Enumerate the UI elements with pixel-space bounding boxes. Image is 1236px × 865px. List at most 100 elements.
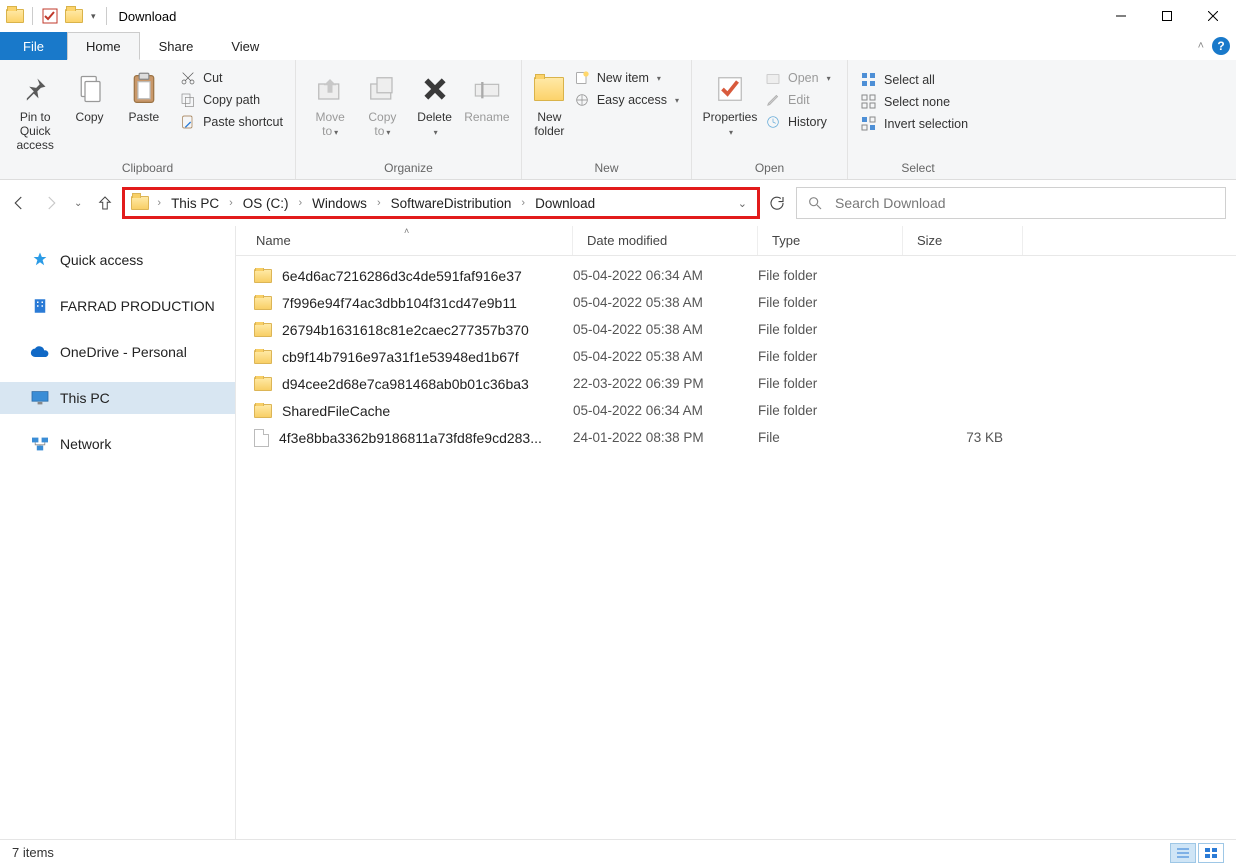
tab-view[interactable]: View — [212, 32, 278, 60]
paste-button[interactable]: Paste — [117, 64, 171, 128]
new-folder-button[interactable]: New folder — [530, 64, 569, 142]
open-button[interactable]: Open▾ — [760, 68, 835, 88]
minimize-button[interactable] — [1098, 0, 1144, 32]
view-thumbnails-button[interactable] — [1198, 843, 1224, 863]
breadcrumb-download[interactable]: Download — [533, 194, 597, 213]
close-button[interactable] — [1190, 0, 1236, 32]
sidebar-label: Network — [60, 436, 111, 452]
table-row[interactable]: 4f3e8bba3362b9186811a73fd8fe9cd283... 24-… — [236, 424, 1236, 451]
file-name: cb9f14b7916e97a31f1e53948ed1b67f — [282, 349, 519, 365]
table-row[interactable]: 26794b1631618c81e2caec277357b37005-04-20… — [236, 316, 1236, 343]
copy-to-button[interactable]: Copy to▾ — [356, 64, 408, 144]
tab-share[interactable]: Share — [140, 32, 213, 60]
sidebar-label: FARRAD PRODUCTION — [60, 298, 215, 314]
recent-locations-button[interactable]: ⌄ — [74, 198, 82, 209]
cell-date: 22-03-2022 06:39 PM — [573, 376, 758, 391]
search-box[interactable] — [796, 187, 1226, 219]
easy-access-icon — [573, 91, 591, 109]
folder-icon — [254, 350, 272, 364]
chevron-right-icon[interactable]: › — [295, 197, 307, 209]
sort-indicator-icon: ˄ — [404, 226, 409, 236]
copy-path-button[interactable]: Copy path — [175, 90, 287, 110]
cell-name: 6e4d6ac7216286d3c4de591faf916e37 — [236, 268, 573, 284]
cell-size: 73 KB — [903, 430, 1023, 445]
pin-quick-access-button[interactable]: Pin to Quick access — [8, 64, 62, 156]
cell-type: File folder — [758, 349, 903, 364]
group-label-organize: Organize — [304, 159, 513, 177]
sidebar-item-quick-access[interactable]: Quick access — [0, 244, 235, 276]
sidebar-item-onedrive[interactable]: OneDrive - Personal — [0, 336, 235, 368]
sidebar-item-network[interactable]: Network — [0, 428, 235, 460]
up-button[interactable] — [96, 194, 114, 212]
move-to-button[interactable]: Move to▾ — [304, 64, 356, 144]
cell-name: 7f996e94f74ac3dbb104f31cd47e9b11 — [236, 295, 573, 311]
properties-button[interactable]: Properties▾ — [700, 64, 760, 144]
qat-separator — [32, 7, 33, 25]
tab-home[interactable]: Home — [67, 32, 140, 60]
ribbon: Pin to Quick access Copy Paste Cut Copy … — [0, 60, 1236, 180]
new-item-icon — [573, 69, 591, 87]
paste-shortcut-icon — [179, 113, 197, 131]
table-row[interactable]: 6e4d6ac7216286d3c4de591faf916e3705-04-20… — [236, 262, 1236, 289]
address-row: ⌄ › This PC › OS (C:) › Windows › Softwa… — [0, 180, 1236, 226]
address-dropdown-icon[interactable]: ⌄ — [734, 197, 751, 210]
select-all-button[interactable]: Select all — [856, 70, 972, 90]
chevron-right-icon[interactable]: › — [225, 197, 237, 209]
cell-type: File — [758, 430, 903, 445]
easy-access-button[interactable]: Easy access▾ — [569, 90, 683, 110]
table-row[interactable]: d94cee2d68e7ca981468ab0b01c36ba3 22-03-20… — [236, 370, 1236, 397]
table-row[interactable]: 7f996e94f74ac3dbb104f31cd47e9b1105-04-20… — [236, 289, 1236, 316]
paste-shortcut-button[interactable]: Paste shortcut — [175, 112, 287, 132]
file-name: SharedFileCache — [282, 403, 390, 419]
address-bar[interactable]: › This PC › OS (C:) › Windows › Software… — [122, 187, 760, 219]
tab-file[interactable]: File — [0, 32, 67, 60]
invert-selection-icon — [860, 115, 878, 133]
breadcrumb-this-pc[interactable]: This PC — [169, 194, 221, 213]
qat-properties-icon[interactable] — [41, 7, 59, 25]
history-button[interactable]: History — [760, 112, 835, 132]
file-name: d94cee2d68e7ca981468ab0b01c36ba3 — [282, 376, 529, 392]
qat-newfolder-icon[interactable] — [65, 9, 83, 23]
cell-date: 24-01-2022 08:38 PM — [573, 430, 758, 445]
column-date[interactable]: Date modified — [573, 226, 758, 255]
select-none-button[interactable]: Select none — [856, 92, 972, 112]
sidebar-item-this-pc[interactable]: This PC — [0, 382, 235, 414]
file-rows: 6e4d6ac7216286d3c4de591faf916e37 05-04-20… — [236, 256, 1236, 451]
refresh-button[interactable] — [768, 194, 788, 212]
qat-dropdown-icon[interactable]: ▾ — [89, 11, 98, 22]
back-button[interactable] — [10, 194, 28, 212]
table-row[interactable]: cb9f14b7916e97a31f1e53948ed1b67f05-04-20… — [236, 343, 1236, 370]
cell-date: 05-04-2022 05:38 AM — [573, 322, 758, 337]
copy-button[interactable]: Copy — [62, 64, 116, 128]
breadcrumb-softwaredistribution[interactable]: SoftwareDistribution — [389, 194, 514, 213]
search-input[interactable] — [835, 195, 1215, 211]
chevron-right-icon[interactable]: › — [153, 197, 165, 209]
folder-icon — [254, 269, 272, 283]
file-name: 4f3e8bba3362b9186811a73fd8fe9cd283... — [279, 430, 542, 446]
cell-type: File folder — [758, 268, 903, 283]
column-size[interactable]: Size — [903, 226, 1023, 255]
forward-button[interactable] — [42, 194, 60, 212]
file-icon — [254, 429, 269, 447]
invert-selection-button[interactable]: Invert selection — [856, 114, 972, 134]
table-row[interactable]: SharedFileCache05-04-2022 06:34 AMFile f… — [236, 397, 1236, 424]
view-details-button[interactable] — [1170, 843, 1196, 863]
title-bar: ▾ Download — [0, 0, 1236, 32]
chevron-right-icon[interactable]: › — [517, 197, 529, 209]
edit-button[interactable]: Edit — [760, 90, 835, 110]
rename-button[interactable]: Rename — [461, 64, 513, 128]
help-icon[interactable]: ? — [1212, 37, 1230, 55]
delete-button[interactable]: Delete▾ — [409, 64, 461, 144]
building-icon — [30, 296, 50, 316]
maximize-button[interactable] — [1144, 0, 1190, 32]
breadcrumb-os-c[interactable]: OS (C:) — [241, 194, 291, 213]
collapse-ribbon-icon[interactable]: ˄ — [1198, 40, 1204, 52]
ribbon-tabs: File Home Share View ˄ ? — [0, 32, 1236, 60]
column-type[interactable]: Type — [758, 226, 903, 255]
group-label-new: New — [530, 159, 683, 177]
chevron-right-icon[interactable]: › — [373, 197, 385, 209]
sidebar-item-farrad[interactable]: FARRAD PRODUCTION — [0, 290, 235, 322]
breadcrumb-windows[interactable]: Windows — [310, 194, 369, 213]
new-item-button[interactable]: New item▾ — [569, 68, 683, 88]
cut-button[interactable]: Cut — [175, 68, 287, 88]
